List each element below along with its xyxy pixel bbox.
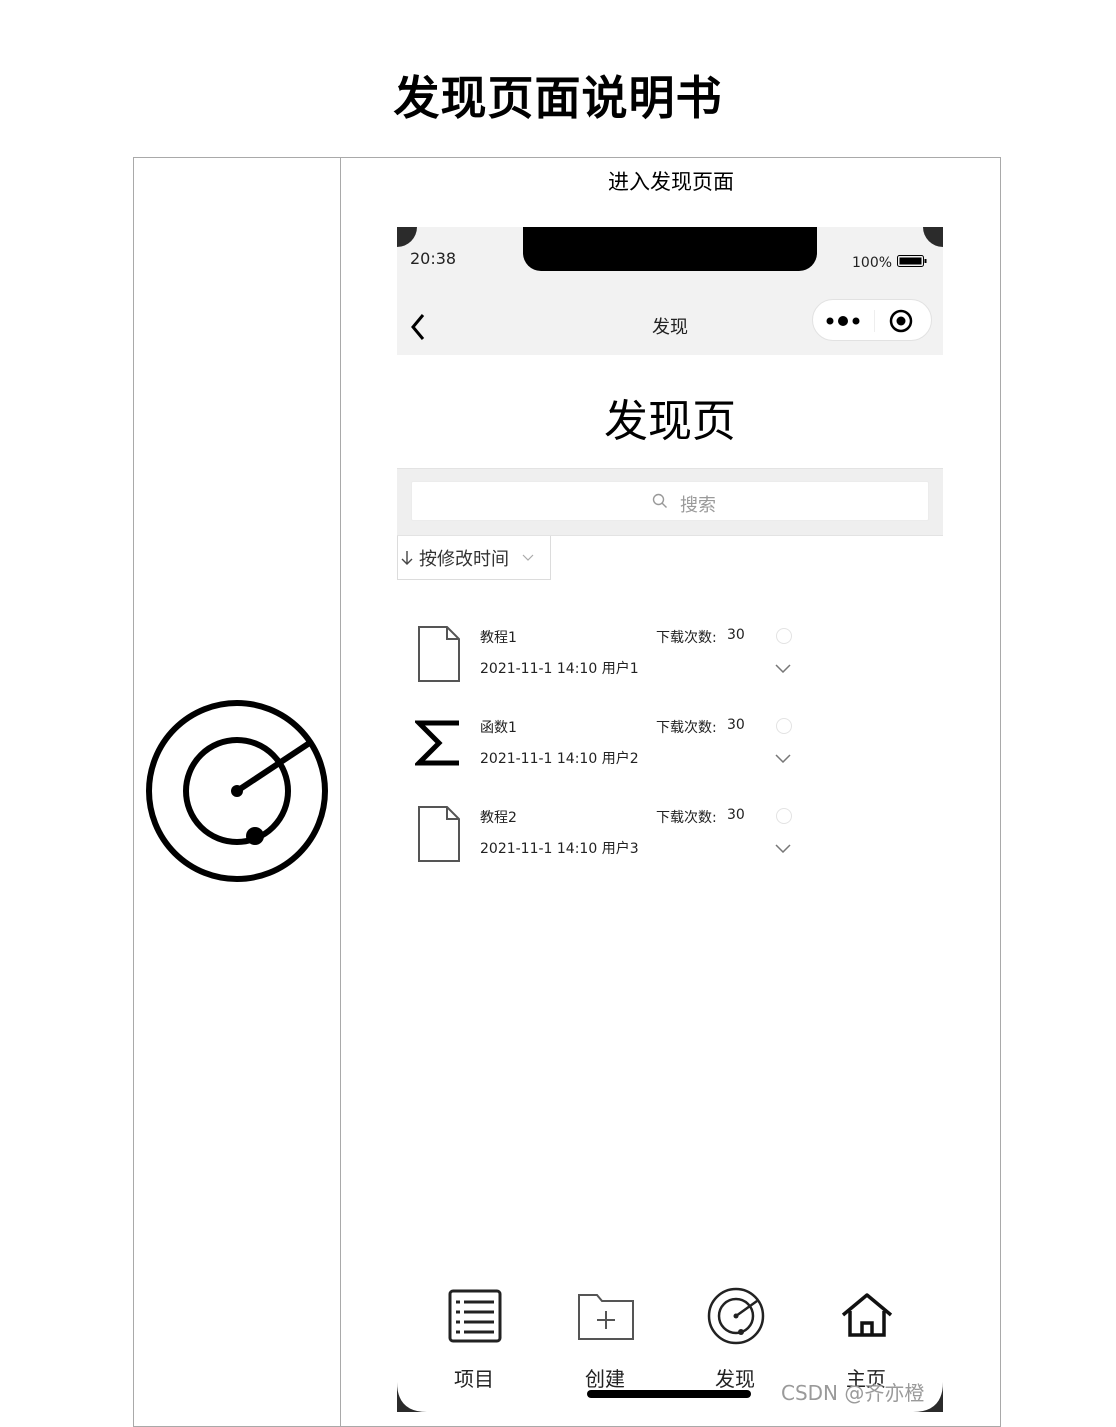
status-time: 20:38 [410,249,457,268]
watermark: CSDN @齐亦橙 [781,1381,925,1405]
file-meta: 2021-11-1 14:10 用户2 [480,751,639,767]
file-list-item[interactable]: 教程2 2021-11-1 14:10 用户3 下载次数: 30 [397,805,943,885]
search-input[interactable]: 搜索 [411,481,929,521]
phone-screenshot: 20:38 100% 发现 发现页 搜索 按修改时间 教程1 2021-11-1… [397,227,943,1412]
battery-icon [897,255,927,267]
mini-program-capsule [812,299,932,341]
document-title: 发现页面说明书 [393,71,723,125]
file-list-item[interactable]: 函数1 2021-11-1 14:10 用户2 下载次数: 30 [397,715,943,795]
document-icon [418,806,460,862]
capsule-divider [874,310,875,332]
sort-label: 按修改时间 [419,549,509,570]
file-meta: 2021-11-1 14:10 用户3 [480,841,639,857]
file-name: 教程1 [480,630,517,646]
sigma-icon [415,720,459,766]
folder-plus-icon [578,1294,634,1340]
chevron-down-icon [522,554,534,561]
chevron-down-icon[interactable] [775,664,791,673]
select-radio[interactable] [776,628,792,644]
chevron-down-icon[interactable] [775,844,791,853]
download-count: 30 [727,717,745,733]
section-caption: 进入发现页面 [608,170,734,194]
download-count-label: 下载次数: [656,810,717,826]
file-meta: 2021-11-1 14:10 用户1 [480,661,639,677]
column-divider [340,158,341,1426]
download-count: 30 [727,807,745,823]
search-icon [652,493,667,508]
arrow-down-icon [401,551,413,565]
record-circle-icon[interactable] [889,309,913,333]
home-indicator [587,1390,751,1398]
search-placeholder: 搜索 [680,495,716,516]
download-count-label: 下载次数: [656,720,717,736]
phone-notch [523,227,817,271]
chevron-down-icon[interactable] [775,754,791,763]
discover-radar-icon [146,700,328,882]
download-count-label: 下载次数: [656,630,717,646]
file-list-item[interactable]: 教程1 2021-11-1 14:10 用户1 下载次数: 30 [397,625,943,705]
page-heading: 发现页 [604,396,736,447]
select-radio[interactable] [776,808,792,824]
file-name: 函数1 [480,720,517,736]
select-radio[interactable] [776,718,792,734]
sort-dropdown[interactable]: 按修改时间 [397,536,551,580]
list-icon [448,1289,502,1343]
download-count: 30 [727,627,745,643]
document-icon [418,626,460,682]
radar-icon [707,1287,765,1345]
file-name: 教程2 [480,810,517,826]
home-icon [841,1293,893,1337]
battery-percent: 100% [852,255,893,271]
more-dots-icon[interactable] [826,314,860,328]
